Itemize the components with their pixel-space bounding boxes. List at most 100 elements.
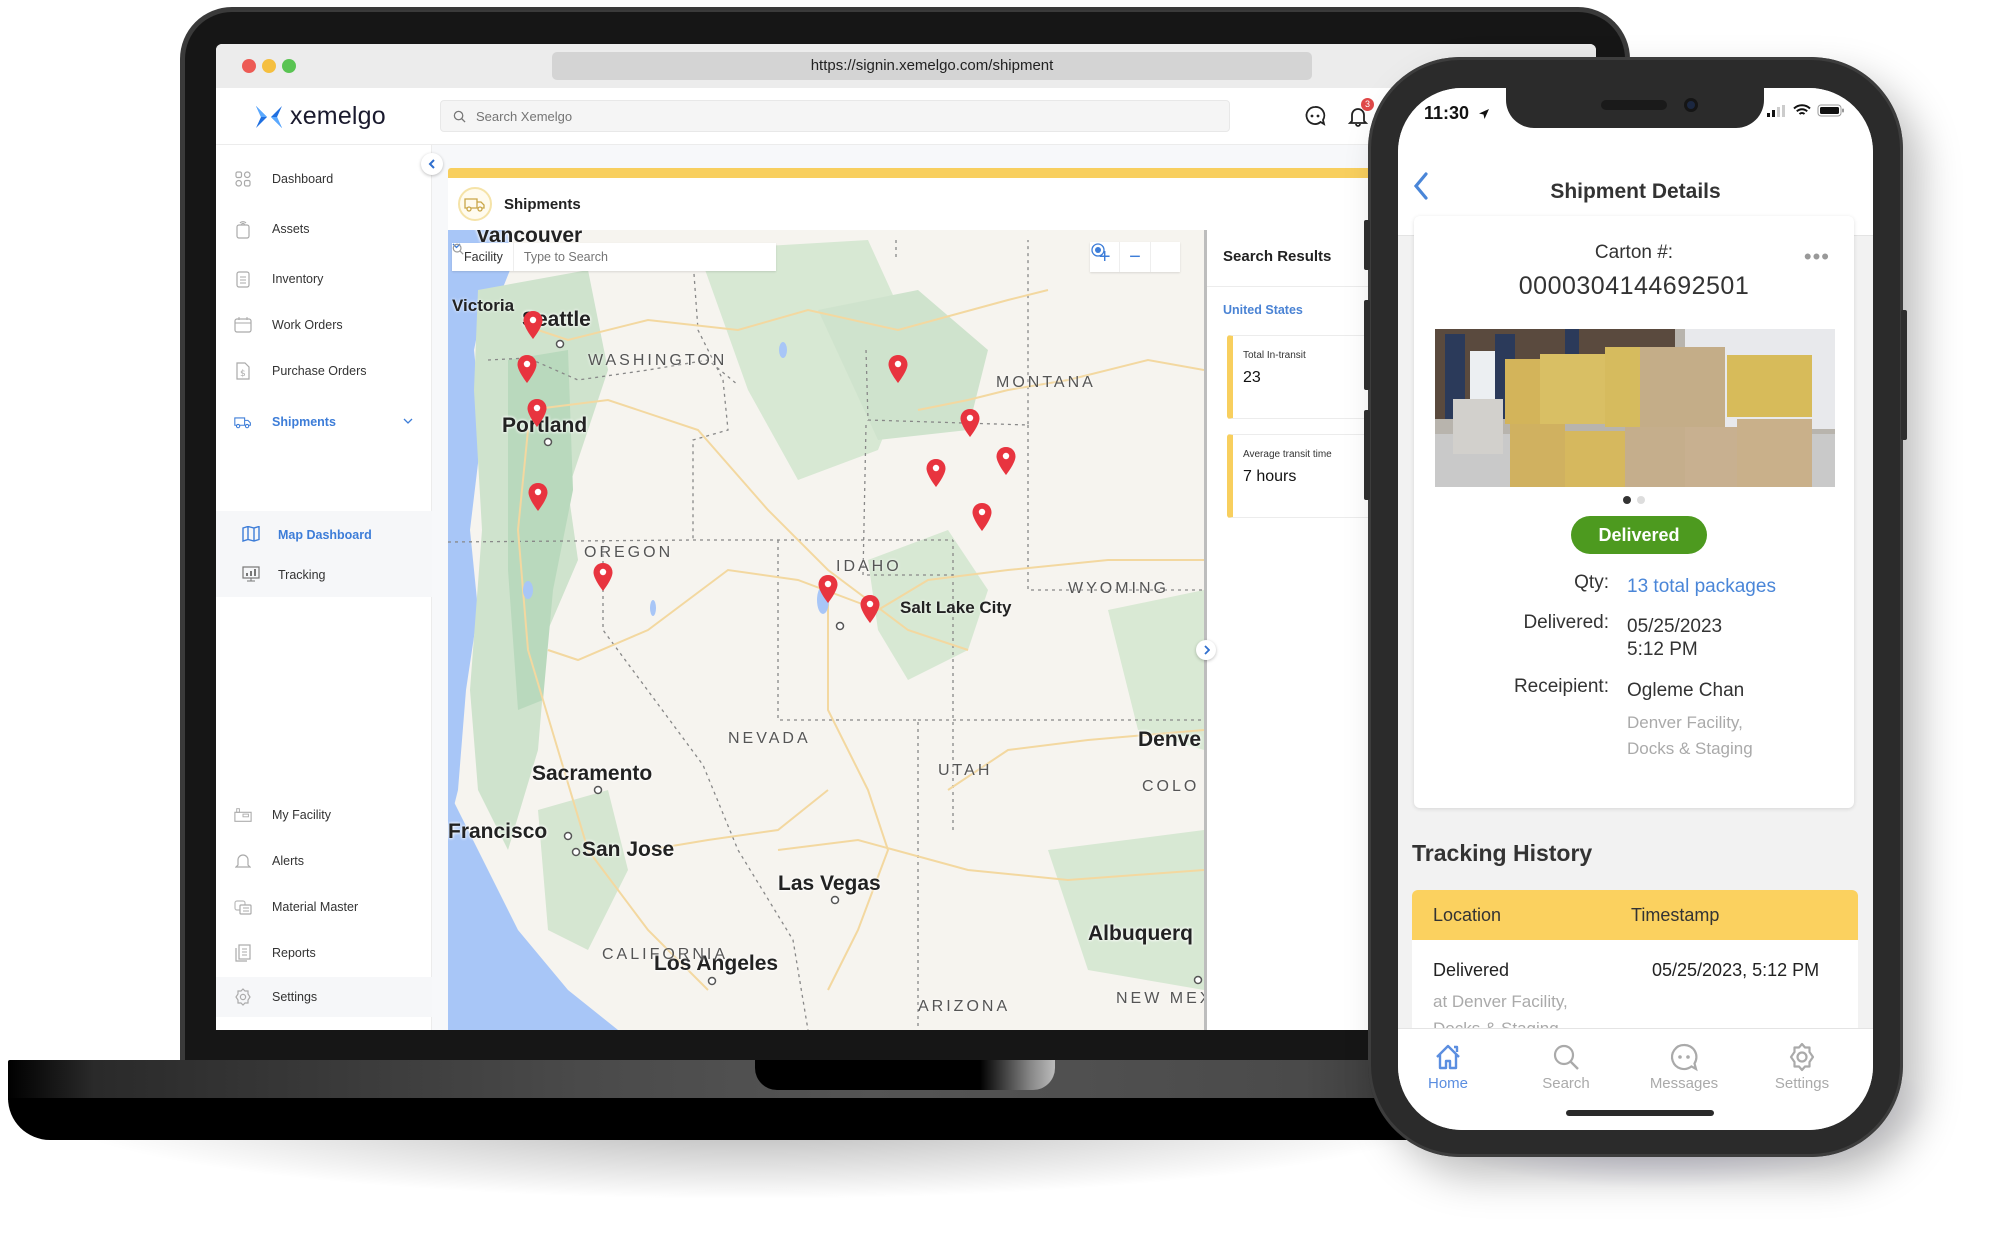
- photo-pager: [1414, 496, 1854, 504]
- location-pin-icon: [972, 503, 992, 531]
- chevron-down-icon[interactable]: [403, 414, 413, 428]
- recipient-location: Docks & Staging: [1627, 739, 1753, 758]
- sidebar-item-my-facility[interactable]: My Facility: [216, 795, 432, 835]
- status-time: 11:30: [1424, 103, 1470, 123]
- recipient-location: Denver Facility,: [1627, 713, 1743, 732]
- wifi-icon: [1793, 104, 1811, 115]
- chevron-left-icon: [428, 159, 435, 169]
- carton-number: 0000304144692501: [1518, 272, 1750, 300]
- gear-icon: [1789, 1042, 1815, 1072]
- pager-dot-active[interactable]: [1623, 496, 1631, 504]
- sidebar-item-shipments[interactable]: Shipments: [216, 402, 432, 442]
- shipment-map-pin[interactable]: [817, 574, 839, 604]
- location-pin-icon: [818, 575, 838, 603]
- shipment-map-pin[interactable]: [526, 398, 548, 428]
- location-pin-icon: [888, 355, 908, 383]
- zoom-out-button[interactable]: −: [1120, 242, 1151, 272]
- sidebar-item-label: Dashboard: [272, 172, 334, 186]
- chat-icon: [1305, 106, 1326, 126]
- close-window-button[interactable]: [242, 59, 256, 73]
- map-zoom-controls: + −: [1090, 242, 1180, 272]
- sidebar-item-label: Material Master: [272, 900, 359, 914]
- map-search[interactable]: [452, 243, 724, 264]
- location-pin-icon: [860, 595, 880, 623]
- minimize-window-button[interactable]: [262, 59, 276, 73]
- location-pin-icon: [960, 409, 980, 437]
- tab-search[interactable]: Search: [1516, 1039, 1616, 1092]
- sidebar-item-dashboard[interactable]: Dashboard: [216, 159, 432, 199]
- map-search-input[interactable]: [523, 250, 724, 264]
- sidebar-item-work-orders[interactable]: Work Orders: [216, 305, 432, 345]
- logo[interactable]: xemelgo: [256, 102, 386, 131]
- sidebar-item-tracking[interactable]: Tracking: [216, 555, 432, 595]
- shipment-map[interactable]: Vancouver Victoria Seattle Portland Sacr…: [448, 230, 1204, 1030]
- url-bar[interactable]: https://signin.xemelgo.com/shipment: [552, 52, 1312, 80]
- delivered-time: 5:12 PM: [1627, 639, 1698, 660]
- laptop-foot: [8, 1098, 1448, 1140]
- shipment-map-pin[interactable]: [971, 502, 993, 532]
- carton-photo[interactable]: [1435, 329, 1835, 487]
- shipment-map-pin[interactable]: [925, 458, 947, 488]
- chat-button[interactable]: [1301, 102, 1329, 130]
- global-search-input[interactable]: [476, 108, 1176, 124]
- phone-mute-switch: [1364, 220, 1370, 270]
- phone-volume-up: [1364, 300, 1370, 390]
- sidebar-item-label: Alerts: [272, 854, 304, 868]
- invoice-icon: $: [234, 362, 252, 380]
- sidebar-item-label: Inventory: [272, 272, 324, 286]
- sidebar-item-alerts[interactable]: Alerts: [216, 841, 432, 881]
- map-label-state: ARIZONA: [918, 998, 1011, 1015]
- front-camera: [1684, 98, 1698, 112]
- shipment-map-pin[interactable]: [887, 354, 909, 384]
- map-label-city: Albuquerq: [1088, 922, 1193, 945]
- tab-label: Search: [1542, 1075, 1590, 1092]
- shipment-map-pin[interactable]: [527, 482, 549, 512]
- phone-screen: 11:30 Shipment Details Carton #: 0000304…: [1398, 88, 1873, 1130]
- shipment-map-pin[interactable]: [959, 408, 981, 438]
- map-label-city: Victoria: [452, 296, 515, 315]
- brand-name: xemelgo: [290, 102, 386, 130]
- expand-results-button[interactable]: [1196, 640, 1216, 660]
- map-label-state: WYOMING: [1068, 580, 1169, 597]
- sidebar-item-assets[interactable]: Assets: [216, 209, 432, 249]
- maximize-window-button[interactable]: [282, 59, 296, 73]
- sidebar-item-reports[interactable]: Reports: [216, 933, 432, 973]
- shipment-map-pin[interactable]: [859, 594, 881, 624]
- shipment-map-pin[interactable]: [516, 354, 538, 384]
- tab-settings[interactable]: Settings: [1752, 1039, 1852, 1092]
- sidebar-item-map-dashboard[interactable]: Map Dashboard: [216, 515, 432, 555]
- locate-button[interactable]: [1091, 242, 1180, 272]
- results-region-link[interactable]: United States: [1223, 303, 1303, 317]
- tab-messages[interactable]: Messages: [1634, 1039, 1734, 1092]
- notifications-button[interactable]: 3: [1344, 98, 1374, 130]
- sidebar-item-label: Reports: [272, 946, 316, 960]
- phone-volume-down: [1364, 410, 1370, 500]
- shipment-map-pin[interactable]: [995, 446, 1017, 476]
- table-row[interactable]: Delivered at Denver Facility, Docks & St…: [1412, 940, 1858, 1038]
- sidebar-item-purchase-orders[interactable]: $ Purchase Orders: [216, 351, 432, 391]
- notification-badge: 3: [1361, 98, 1374, 111]
- shipment-map-pin[interactable]: [592, 562, 614, 592]
- location-pin-icon: [527, 399, 547, 427]
- global-search[interactable]: [440, 100, 1230, 132]
- search-icon: [452, 243, 464, 255]
- sidebar-item-inventory[interactable]: Inventory: [216, 259, 432, 299]
- history-timestamp: 05/25/2023, 5:12 PM: [1652, 960, 1820, 980]
- pager-dot[interactable]: [1637, 496, 1645, 504]
- sidebar-item-material-master[interactable]: Material Master: [216, 887, 432, 927]
- collapse-sidebar-button[interactable]: [421, 153, 443, 175]
- more-options-button[interactable]: •••: [1804, 244, 1830, 270]
- map-label-city: Sacramento: [532, 762, 653, 785]
- shipment-map-pin[interactable]: [522, 310, 544, 340]
- tracking-history-table: Location Timestamp Delivered at Denver F…: [1412, 890, 1858, 1038]
- map-label-state: WASHINGTON: [588, 352, 728, 369]
- search-icon: [453, 110, 466, 123]
- qty-link[interactable]: 13 total packages: [1627, 572, 1776, 601]
- phone-notch: [1506, 88, 1764, 128]
- sidebar-item-settings[interactable]: Settings: [216, 977, 432, 1017]
- map-label-state: OREGON: [584, 544, 674, 561]
- tab-home[interactable]: Home: [1398, 1039, 1498, 1092]
- map-label-city: Francisco: [448, 820, 548, 843]
- monitor-chart-icon: [242, 565, 260, 585]
- sidebar-item-label: Tracking: [278, 568, 326, 582]
